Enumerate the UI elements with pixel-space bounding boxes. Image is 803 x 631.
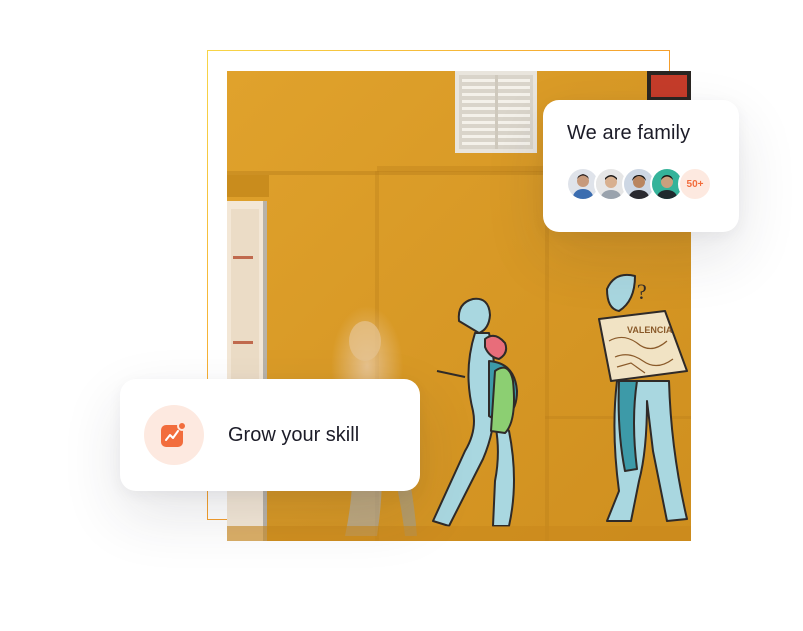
family-card: We are family 50+ [543,100,739,232]
grow-skill-card: Grow your skill [120,379,420,491]
trending-up-chart-icon [161,421,187,447]
grow-skill-label: Grow your skill [228,424,360,446]
mural-map-text: VALENCIA [627,325,673,335]
grow-icon-badge [144,405,204,465]
family-card-title: We are family [567,122,691,144]
more-members-badge[interactable]: 50+ [678,167,712,201]
svg-text:?: ? [637,279,647,304]
